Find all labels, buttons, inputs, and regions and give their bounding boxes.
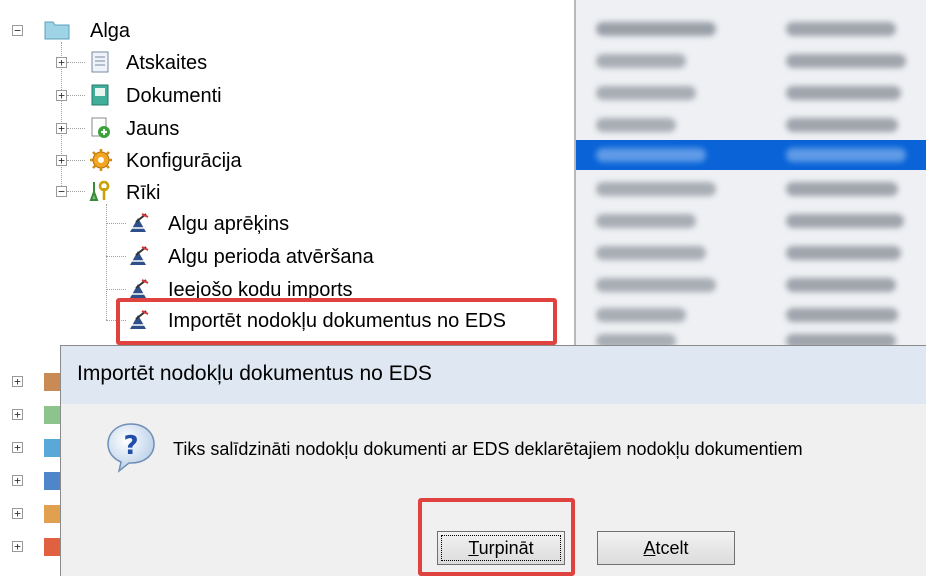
expand-toggle-atskaites[interactable]: +: [56, 57, 67, 68]
collapse-toggle-riki[interactable]: −: [56, 186, 67, 197]
expand-toggle[interactable]: +: [12, 475, 23, 486]
tree-item-jauns[interactable]: Jauns: [126, 118, 179, 141]
tools-icon: [89, 180, 110, 201]
expand-toggle[interactable]: +: [12, 442, 23, 453]
expand-toggle[interactable]: +: [12, 541, 23, 552]
tree-item-atskaites[interactable]: Atskaites: [126, 52, 207, 75]
question-icon: ?: [107, 423, 155, 473]
wizard-icon: [130, 213, 149, 232]
new-document-icon: [91, 117, 110, 138]
expand-toggle-jauns[interactable]: +: [56, 123, 67, 134]
tree-item-algu-perioda-atversana[interactable]: Algu perioda atvēršana: [168, 246, 374, 269]
folder-icon: [44, 21, 70, 40]
cancel-button[interactable]: Atcelt: [597, 531, 735, 565]
selected-grid-row[interactable]: [576, 140, 926, 170]
blurred-data-grid: [574, 0, 926, 345]
expand-toggle[interactable]: +: [12, 409, 23, 420]
expand-toggle-dokumenti[interactable]: +: [56, 90, 67, 101]
expand-toggle-konfiguracija[interactable]: +: [56, 155, 67, 166]
tree-item-riki[interactable]: Rīki: [126, 182, 160, 205]
svg-text:?: ?: [123, 431, 138, 461]
tree-item-konfiguracija[interactable]: Konfigurācija: [126, 150, 242, 173]
tree-remainder: + + + + + +: [0, 345, 60, 576]
dialog-title-bar[interactable]: Importēt nodokļu dokumentus no EDS: [61, 346, 926, 404]
annotation-highlight-tree-item: [116, 298, 557, 345]
tree-item-dokumenti[interactable]: Dokumenti: [126, 85, 222, 108]
tree-item-alga[interactable]: Alga: [90, 20, 130, 43]
document-icon: [91, 84, 109, 106]
annotation-highlight-continue-button: [418, 498, 575, 576]
gear-icon: [90, 149, 112, 171]
expand-toggle[interactable]: +: [12, 376, 23, 387]
dialog-message: Tiks salīdzināti nodokļu dokumenti ar ED…: [173, 439, 803, 459]
dialog-title: Importēt nodokļu dokumentus no EDS: [77, 362, 432, 385]
wizard-icon: [130, 279, 149, 298]
wizard-icon: [130, 246, 149, 265]
collapse-toggle-alga[interactable]: −: [12, 25, 23, 36]
report-icon: [91, 51, 109, 73]
expand-toggle[interactable]: +: [12, 508, 23, 519]
tree-item-algu-aprekins[interactable]: Algu aprēķins: [168, 213, 289, 236]
